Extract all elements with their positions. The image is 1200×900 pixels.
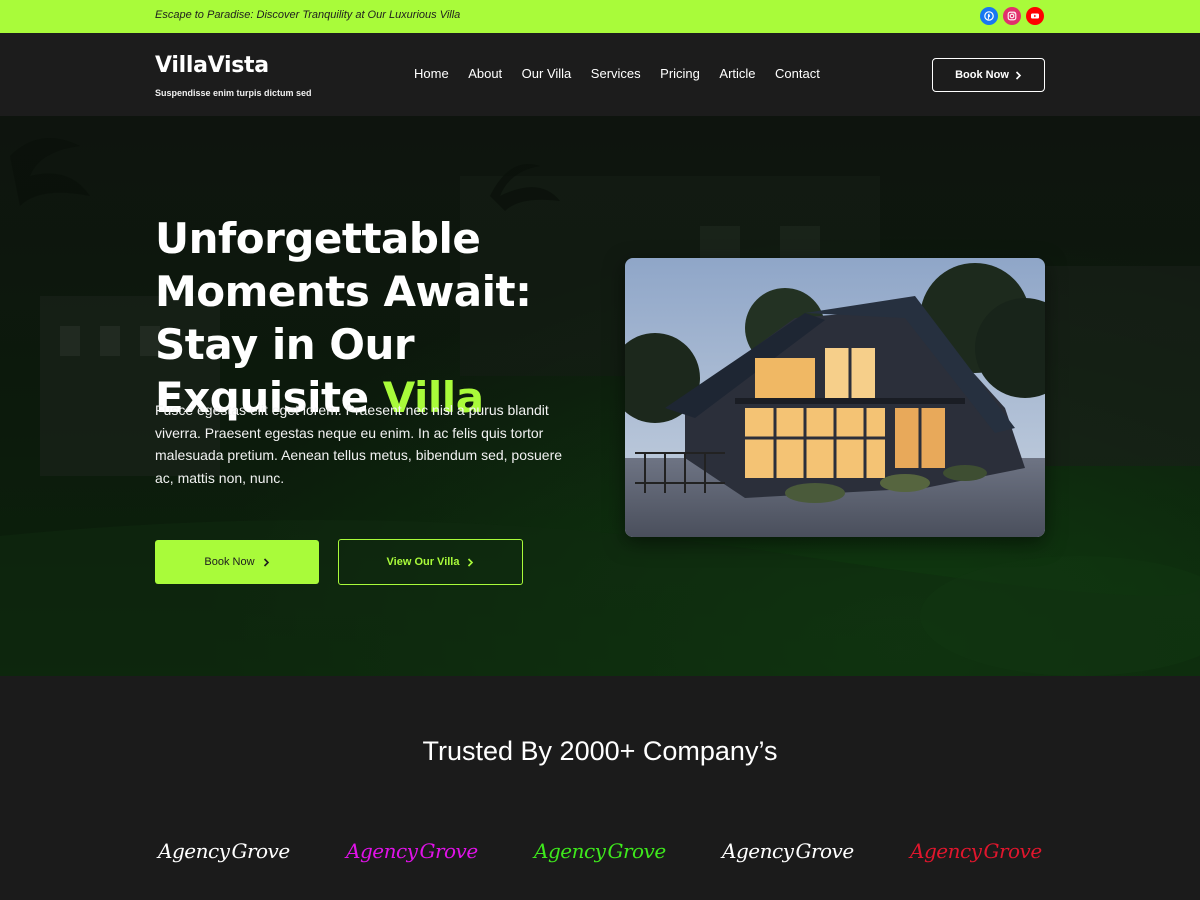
chevron-right-icon bbox=[263, 557, 269, 567]
nav-item-article[interactable]: Article bbox=[719, 66, 755, 81]
instagram-icon[interactable] bbox=[1003, 7, 1021, 25]
company-logo: Agency Grove bbox=[534, 839, 666, 863]
company-logo: Agency Grove bbox=[722, 839, 854, 863]
site-logo[interactable]: VillaVista bbox=[155, 53, 269, 78]
social-links bbox=[980, 7, 1044, 25]
company-logo: Agency Grove bbox=[346, 839, 478, 863]
hero-description: Fusce egestas elit eget lorem. Praesent … bbox=[155, 402, 563, 486]
top-announcement-bar: Escape to Paradise: Discover Tranquility… bbox=[0, 0, 1200, 33]
view-our-villa-button[interactable]: View Our Villa bbox=[338, 539, 523, 585]
trusted-section: Trusted By 2000+ Company’s Agency Grove A… bbox=[0, 676, 1200, 900]
company-logo: Agency Grove bbox=[158, 839, 290, 863]
trusted-heading: Trusted By 2000+ Company’s bbox=[422, 736, 778, 766]
hero-title: Unforgettable Moments Await: Stay in Our… bbox=[155, 212, 595, 424]
nav-item-pricing[interactable]: Pricing bbox=[660, 66, 700, 81]
header-book-now-label: Book Now bbox=[955, 69, 1009, 81]
nav-item-home[interactable]: Home bbox=[414, 66, 449, 81]
youtube-icon[interactable] bbox=[1026, 7, 1044, 25]
nav-item-about[interactable]: About bbox=[468, 66, 502, 81]
hero-section: Unforgettable Moments Await: Stay in Our… bbox=[0, 116, 1200, 676]
nav-item-our-villa[interactable]: Our Villa bbox=[522, 66, 572, 81]
site-tagline: Suspendisse enim turpis dictum sed bbox=[155, 88, 312, 98]
site-header: VillaVista Suspendisse enim turpis dictu… bbox=[0, 33, 1200, 116]
chevron-right-icon bbox=[468, 557, 474, 567]
view-our-villa-label: View Our Villa bbox=[386, 556, 460, 568]
company-logo: Agency Grove bbox=[910, 839, 1042, 863]
nav-item-services[interactable]: Services bbox=[591, 66, 641, 81]
villa-photo bbox=[625, 258, 1045, 537]
topbar-tagline: Escape to Paradise: Discover Tranquility… bbox=[155, 9, 461, 21]
nav-item-contact[interactable]: Contact bbox=[775, 66, 820, 81]
main-nav: Home About Our Villa Services Pricing Ar… bbox=[414, 66, 839, 81]
hero-book-now-button[interactable]: Book Now bbox=[155, 540, 319, 584]
hero-book-now-label: Book Now bbox=[204, 556, 255, 568]
facebook-icon[interactable] bbox=[980, 7, 998, 25]
header-book-now-button[interactable]: Book Now bbox=[932, 58, 1045, 92]
chevron-right-icon bbox=[1015, 70, 1022, 80]
